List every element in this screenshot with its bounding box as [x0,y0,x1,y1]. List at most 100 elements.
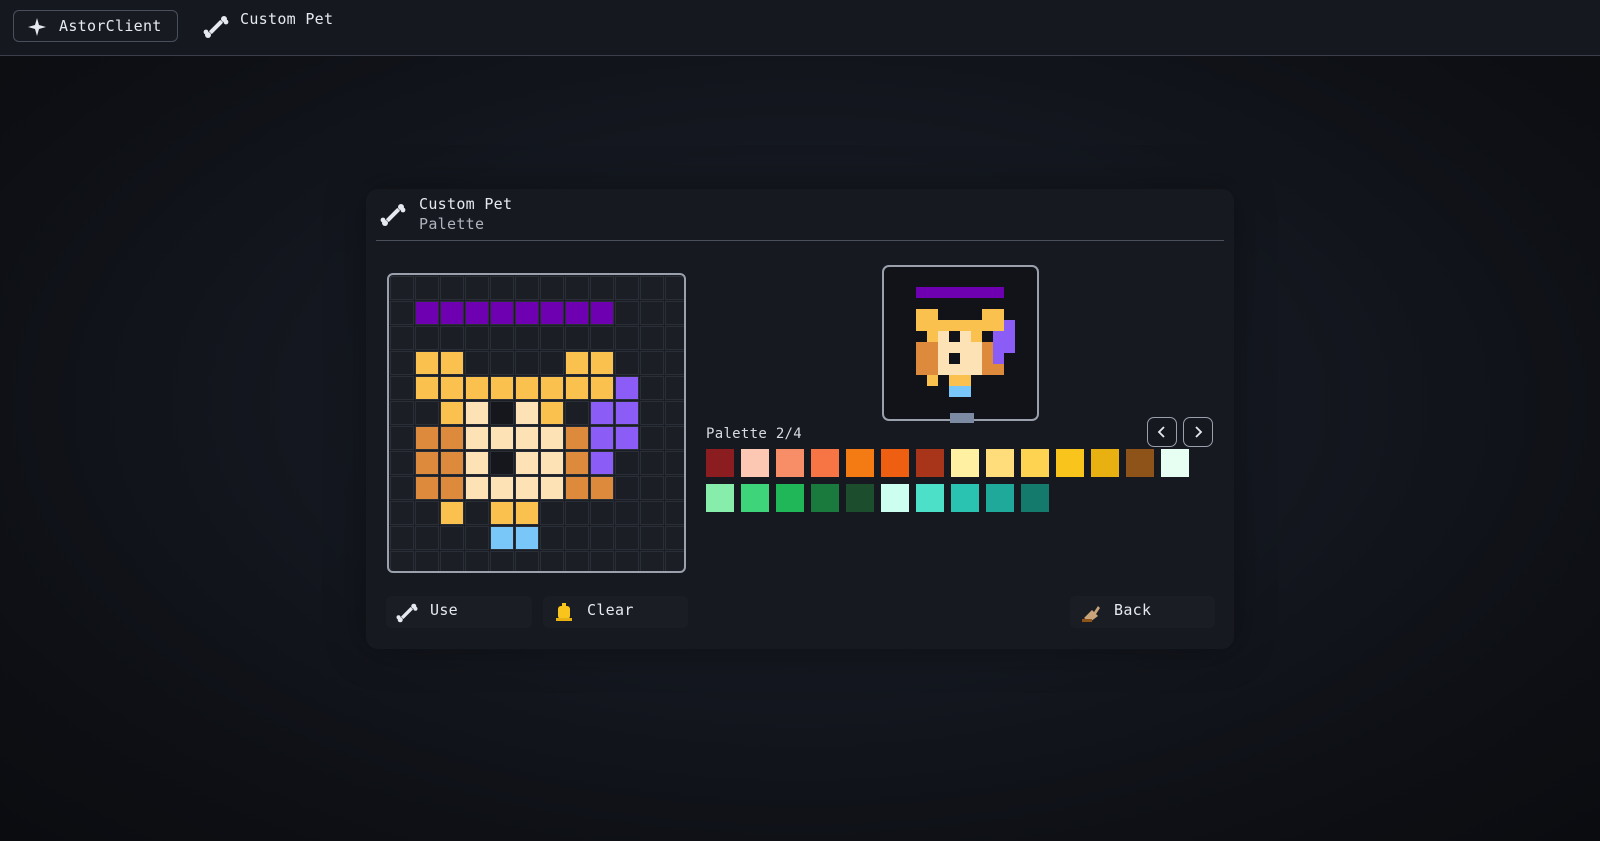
pixel-cell[interactable] [565,401,589,425]
pixel-cell[interactable] [540,301,564,325]
pixel-cell[interactable] [490,401,514,425]
pixel-cell[interactable] [615,376,639,400]
pixel-cell[interactable] [615,351,639,375]
pixel-cell[interactable] [465,401,489,425]
pixel-cell[interactable] [665,376,684,400]
pixel-cell[interactable] [640,301,664,325]
pixel-cell[interactable] [590,326,614,350]
pixel-cell[interactable] [465,476,489,500]
pixel-cell[interactable] [440,551,464,571]
palette-next-button[interactable] [1183,417,1213,447]
pixel-cell[interactable] [390,476,414,500]
pixel-cell[interactable] [615,551,639,571]
pixel-cell[interactable] [640,351,664,375]
pixel-cell[interactable] [465,526,489,550]
pixel-cell[interactable] [515,426,539,450]
pixel-cell[interactable] [515,451,539,475]
pixel-cell[interactable] [565,501,589,525]
back-button[interactable]: Back [1070,596,1215,628]
pixel-cell[interactable] [540,326,564,350]
palette-swatch[interactable] [916,449,944,477]
pixel-cell[interactable] [590,451,614,475]
pixel-cell[interactable] [415,526,439,550]
pixel-editor-grid[interactable] [390,276,684,571]
palette-swatch[interactable] [986,484,1014,512]
pixel-cell[interactable] [615,426,639,450]
pixel-cell[interactable] [640,276,664,300]
pixel-cell[interactable] [640,551,664,571]
pixel-cell[interactable] [565,276,589,300]
palette-swatch[interactable] [846,484,874,512]
pixel-cell[interactable] [490,526,514,550]
pixel-cell[interactable] [440,326,464,350]
pixel-cell[interactable] [540,276,564,300]
clear-button[interactable]: Clear [543,596,688,628]
pixel-cell[interactable] [515,376,539,400]
pixel-cell[interactable] [390,326,414,350]
pixel-cell[interactable] [665,526,684,550]
pixel-cell[interactable] [540,501,564,525]
pixel-cell[interactable] [440,476,464,500]
palette-swatch[interactable] [881,449,909,477]
palette-swatch[interactable] [1091,449,1119,477]
pixel-cell[interactable] [665,276,684,300]
pixel-cell[interactable] [415,426,439,450]
pixel-cell[interactable] [565,426,589,450]
palette-swatch[interactable] [1126,449,1154,477]
pixel-cell[interactable] [415,276,439,300]
pixel-cell[interactable] [590,376,614,400]
pixel-cell[interactable] [465,351,489,375]
pixel-cell[interactable] [615,301,639,325]
pixel-cell[interactable] [590,351,614,375]
pixel-cell[interactable] [540,376,564,400]
pixel-cell[interactable] [390,276,414,300]
palette-swatch[interactable] [776,484,804,512]
pixel-cell[interactable] [515,301,539,325]
pixel-cell[interactable] [440,376,464,400]
pixel-cell[interactable] [540,401,564,425]
palette-swatch[interactable] [1021,449,1049,477]
pixel-cell[interactable] [515,501,539,525]
pixel-cell[interactable] [490,426,514,450]
pixel-cell[interactable] [615,326,639,350]
pixel-cell[interactable] [415,476,439,500]
pixel-cell[interactable] [665,551,684,571]
pixel-cell[interactable] [540,476,564,500]
pixel-cell[interactable] [615,476,639,500]
pixel-cell[interactable] [565,451,589,475]
pixel-cell[interactable] [615,526,639,550]
pixel-cell[interactable] [640,376,664,400]
pixel-cell[interactable] [390,301,414,325]
pixel-cell[interactable] [390,501,414,525]
palette-swatch[interactable] [741,484,769,512]
palette-swatch[interactable] [1021,484,1049,512]
pixel-cell[interactable] [565,526,589,550]
palette-swatch[interactable] [846,449,874,477]
pixel-cell[interactable] [665,351,684,375]
palette-swatch[interactable] [951,449,979,477]
pixel-cell[interactable] [465,376,489,400]
pixel-cell[interactable] [515,551,539,571]
pixel-cell[interactable] [640,501,664,525]
pixel-cell[interactable] [540,451,564,475]
pixel-cell[interactable] [440,526,464,550]
pixel-cell[interactable] [540,526,564,550]
pixel-cell[interactable] [415,301,439,325]
pixel-cell[interactable] [515,476,539,500]
pixel-cell[interactable] [440,301,464,325]
pixel-cell[interactable] [490,326,514,350]
pixel-cell[interactable] [615,451,639,475]
pixel-cell[interactable] [665,451,684,475]
pixel-cell[interactable] [665,326,684,350]
pixel-cell[interactable] [565,351,589,375]
pixel-cell[interactable] [415,351,439,375]
pixel-cell[interactable] [415,376,439,400]
pixel-cell[interactable] [490,501,514,525]
pixel-cell[interactable] [415,501,439,525]
pixel-cell[interactable] [415,326,439,350]
pixel-cell[interactable] [515,526,539,550]
palette-swatch[interactable] [1056,449,1084,477]
pixel-cell[interactable] [440,401,464,425]
pixel-cell[interactable] [390,526,414,550]
palette-swatch[interactable] [811,484,839,512]
